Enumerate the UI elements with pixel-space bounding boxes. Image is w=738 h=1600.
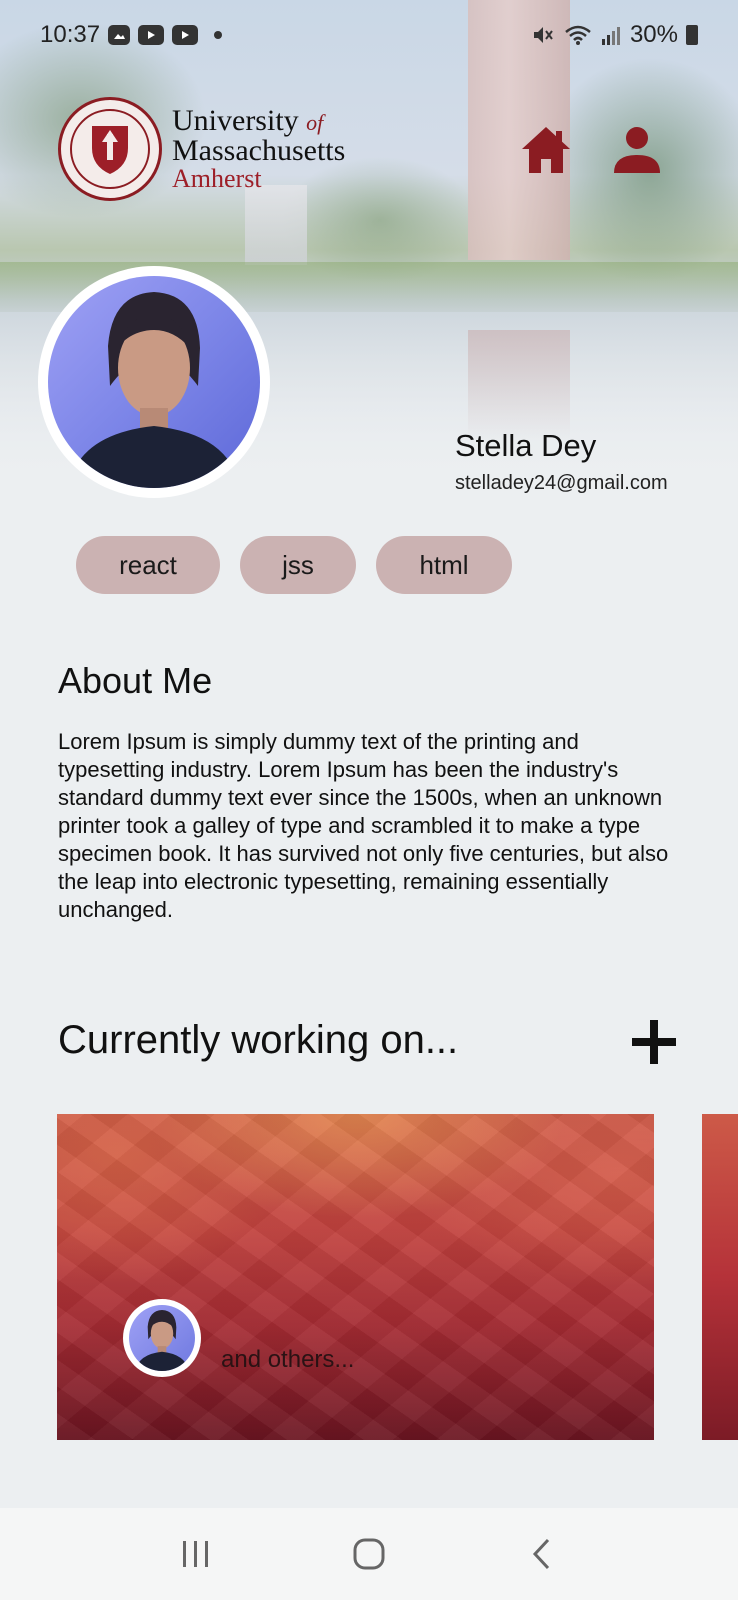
status-time: 10:37 [40,21,101,48]
seal-inner [70,109,150,189]
status-left: 10:37 [40,21,223,49]
person-portrait-icon [135,1309,189,1371]
signal-icon [601,27,620,45]
university-seal-logo[interactable] [58,97,162,201]
tag-react[interactable]: react [76,536,220,594]
gallery-icon [108,25,131,45]
mute-icon [533,27,553,43]
battery-percent: 30% [629,21,678,48]
next-project-card[interactable] [702,1114,738,1440]
seal-shield-icon [92,126,128,174]
tower-reflection [468,330,570,440]
profile-email: stelladey24@gmail.com [455,472,668,494]
card-member-avatar[interactable] [123,1299,201,1377]
youtube-icon [172,25,199,45]
about-text: Lorem Ipsum is simply dummy text of the … [58,729,669,922]
notification-dot-icon [214,31,223,39]
project-card[interactable]: and others... [57,1114,654,1440]
recent-apps-icon [183,1541,209,1567]
system-nav-bar [0,1508,738,1600]
university-wordmark: University of Massachusetts Amherst [172,104,346,193]
battery-icon [686,25,698,45]
header: University of Massachusetts Amherst [0,95,738,205]
status-bar: 10:37 30% [0,0,738,70]
wordmark-university: University [172,104,299,137]
profile-photo [48,276,260,488]
skill-tags: react jss html [76,536,512,594]
wordmark-line1: University of [172,104,345,137]
card-members-text: and others... [221,1346,355,1373]
back-button[interactable] [512,1524,572,1584]
profile-avatar[interactable] [38,266,270,498]
tag-html[interactable]: html [376,536,512,594]
profile-name: Stella Dey [455,428,597,463]
card-member-photo [129,1305,195,1371]
youtube-icon [138,25,165,45]
wordmark-massachusetts: Massachusetts [172,134,346,167]
person-portrait-icon [68,292,240,488]
user-profile-icon[interactable] [612,125,662,175]
home-circle-icon [353,1538,385,1570]
wordmark-amherst: Amherst [172,164,262,193]
home-button[interactable] [339,1524,399,1584]
home-icon[interactable] [520,125,572,175]
projects-title: Currently working on... [58,1018,459,1062]
card-background-pattern [57,1114,654,1440]
about-title: About Me [58,660,213,701]
recent-apps-button[interactable] [166,1524,226,1584]
back-chevron-icon [532,1538,549,1570]
tag-jss[interactable]: jss [240,536,356,594]
status-right: 30% [532,21,698,49]
add-project-button[interactable] [630,1018,678,1066]
wordmark-of: of [306,110,324,135]
wifi-icon [565,25,591,45]
